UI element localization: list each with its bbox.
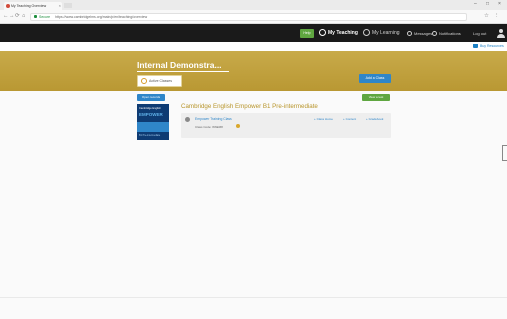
star-icon[interactable]: ☆: [484, 13, 489, 19]
add-class-button[interactable]: Add a Class: [359, 74, 391, 83]
menu-icon[interactable]: ⋮: [494, 13, 500, 19]
cover-publisher: Cambridge English: [139, 107, 161, 110]
new-tab-button[interactable]: [64, 3, 72, 8]
browser-tab-strip: My Teaching Overview × – □ ×: [0, 0, 507, 10]
nav-my-teaching[interactable]: My Teaching: [319, 29, 358, 38]
browser-tab-title: My Teaching Overview: [11, 4, 47, 8]
back-button[interactable]: ←: [3, 13, 9, 19]
gradebook-link[interactable]: + Gradebook: [366, 117, 383, 121]
messages-icon: [407, 31, 412, 36]
user-head-shape: [499, 29, 503, 33]
nav-notifications[interactable]: Notifications: [432, 29, 461, 38]
teaching-icon: [319, 29, 326, 36]
class-home-link[interactable]: + Class Home: [314, 117, 333, 121]
minimize-button[interactable]: –: [474, 1, 477, 7]
open-records-button[interactable]: Open records: [137, 94, 165, 101]
nav-logout-label: Log out: [473, 31, 487, 36]
url-text: https://www.cambridgelms.org/main/p/en/t…: [55, 15, 148, 19]
course-title[interactable]: Cambridge English Empower B1 Pre-interme…: [181, 103, 318, 110]
nav-my-learning-label: My Learning: [372, 30, 400, 36]
notifications-icon: [432, 31, 437, 36]
tab-active-classes-label: Active Classes: [149, 79, 172, 83]
user-body-shape: [497, 34, 505, 38]
browser-tab[interactable]: My Teaching Overview ×: [4, 2, 62, 10]
class-code: Class Code: W6EM8: [195, 125, 223, 129]
content-link[interactable]: + Content: [343, 117, 356, 121]
learning-icon: [363, 29, 370, 36]
browser-address-bar: ← → ⟳ ⌂ Secure https://www.cambridgelms.…: [0, 10, 507, 24]
lock-icon: [34, 15, 37, 18]
favicon-icon: [6, 4, 10, 8]
cover-series: EMPOWER: [139, 112, 163, 117]
organisation-title: Internal Demonstra...: [137, 60, 222, 70]
cover-level: B1 Pre-intermediate: [139, 134, 161, 137]
course-cover-image[interactable]: Cambridge English EMPOWER B1 Pre-interme…: [137, 104, 169, 140]
home-button[interactable]: ⌂: [22, 13, 25, 19]
buy-resources-link[interactable]: Buy Resources: [480, 44, 504, 48]
info-icon[interactable]: [236, 124, 240, 128]
nav-notifications-label: Notifications: [439, 31, 461, 36]
help-button[interactable]: Help: [300, 29, 314, 38]
class-panel: Empower Training Class Class Code: W6EM8…: [181, 113, 391, 138]
nav-my-teaching-label: My Teaching: [328, 30, 358, 36]
title-underline: [137, 71, 229, 72]
organisation-banner: [0, 51, 507, 91]
nav-my-learning[interactable]: My Learning: [363, 29, 400, 38]
class-status-icon: [185, 117, 190, 122]
maximize-button[interactable]: □: [486, 1, 489, 7]
side-handle[interactable]: [502, 145, 507, 161]
user-icon[interactable]: [497, 29, 505, 38]
nav-logout[interactable]: Log out: [473, 29, 486, 38]
tab-close-icon[interactable]: ×: [59, 2, 61, 10]
nav-messages-label: Messages: [414, 31, 433, 36]
divider: [0, 297, 507, 298]
view-test-button[interactable]: View a test: [362, 94, 390, 101]
cart-icon[interactable]: [473, 44, 478, 48]
url-input[interactable]: Secure https://www.cambridgelms.org/main…: [30, 13, 467, 21]
nav-messages[interactable]: Messages: [407, 29, 432, 38]
active-classes-icon: [141, 78, 147, 84]
cover-band: [137, 122, 169, 132]
class-name-link[interactable]: Empower Training Class: [195, 117, 232, 121]
tab-active-classes[interactable]: Active Classes: [137, 75, 182, 87]
forward-button[interactable]: →: [9, 13, 15, 19]
site-top-nav: Help My Teaching My Learning Messages No…: [0, 24, 507, 42]
close-window-button[interactable]: ×: [498, 1, 501, 7]
reload-button[interactable]: ⟳: [15, 13, 20, 19]
buy-resources-row: Buy Resources: [0, 42, 507, 51]
